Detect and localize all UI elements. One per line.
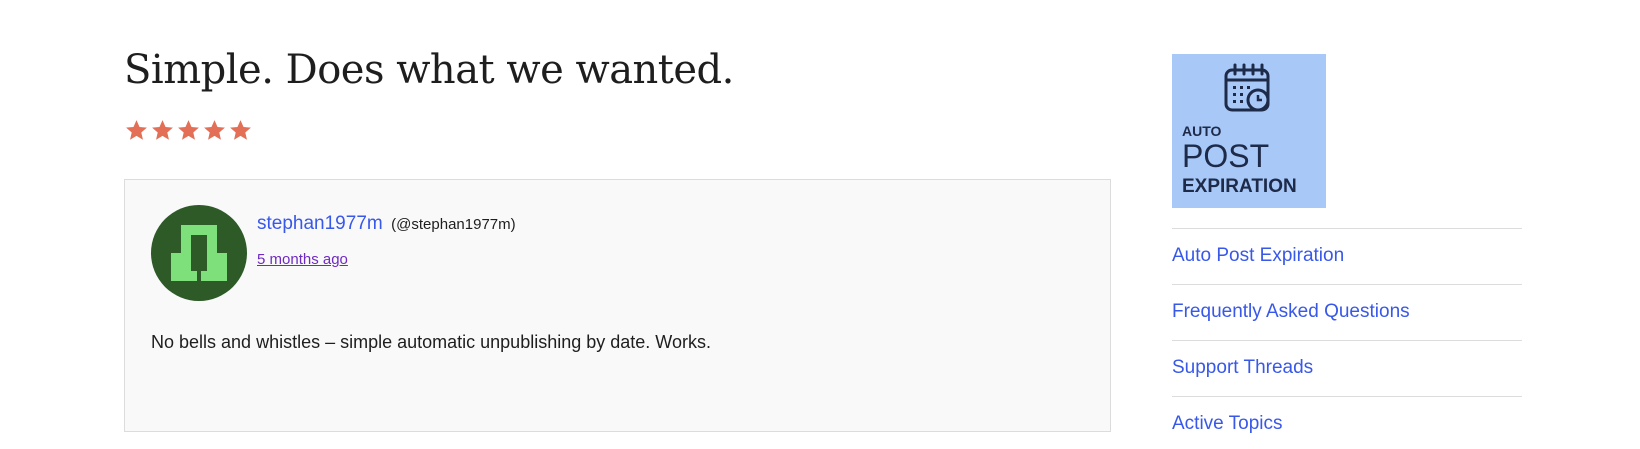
nav-link-support-threads[interactable]: Support Threads bbox=[1172, 357, 1313, 378]
banner-line-auto: AUTO bbox=[1182, 123, 1222, 139]
nav-link-active-topics[interactable]: Active Topics bbox=[1172, 413, 1283, 434]
nav-item-plugin: Auto Post Expiration bbox=[1172, 228, 1522, 284]
avatar[interactable] bbox=[151, 205, 247, 301]
review-card: stephan1977m (@stephan1977m) 5 months ag… bbox=[124, 179, 1111, 432]
star-icon bbox=[150, 118, 175, 143]
star-icon bbox=[176, 118, 201, 143]
plugin-banner[interactable]: AUTO POST EXPIRATION bbox=[1172, 54, 1326, 208]
review-date-link[interactable]: 5 months ago bbox=[257, 251, 348, 268]
star-rating bbox=[124, 118, 253, 143]
review-body: No bells and whistles – simple automatic… bbox=[151, 332, 711, 352]
star-icon bbox=[202, 118, 227, 143]
nav-link-auto-post-expiration[interactable]: Auto Post Expiration bbox=[1172, 245, 1344, 266]
banner-line-post: POST bbox=[1182, 138, 1270, 174]
author-line: stephan1977m (@stephan1977m) bbox=[257, 213, 516, 235]
nav-item-support: Support Threads bbox=[1172, 340, 1522, 396]
nav-link-faq[interactable]: Frequently Asked Questions bbox=[1172, 301, 1410, 322]
star-icon bbox=[228, 118, 253, 143]
author-name-link[interactable]: stephan1977m bbox=[257, 213, 383, 234]
nav-item-faq: Frequently Asked Questions bbox=[1172, 284, 1522, 340]
calendar-clock-icon bbox=[1218, 60, 1276, 118]
plugin-sidebar-nav: Auto Post Expiration Frequently Asked Qu… bbox=[1172, 228, 1522, 449]
review-title: Simple. Does what we wanted. bbox=[124, 47, 734, 93]
banner-line-expiration: EXPIRATION bbox=[1182, 176, 1297, 197]
star-icon bbox=[124, 118, 149, 143]
author-handle: (@stephan1977m) bbox=[391, 216, 516, 233]
nav-item-active: Active Topics bbox=[1172, 396, 1522, 449]
